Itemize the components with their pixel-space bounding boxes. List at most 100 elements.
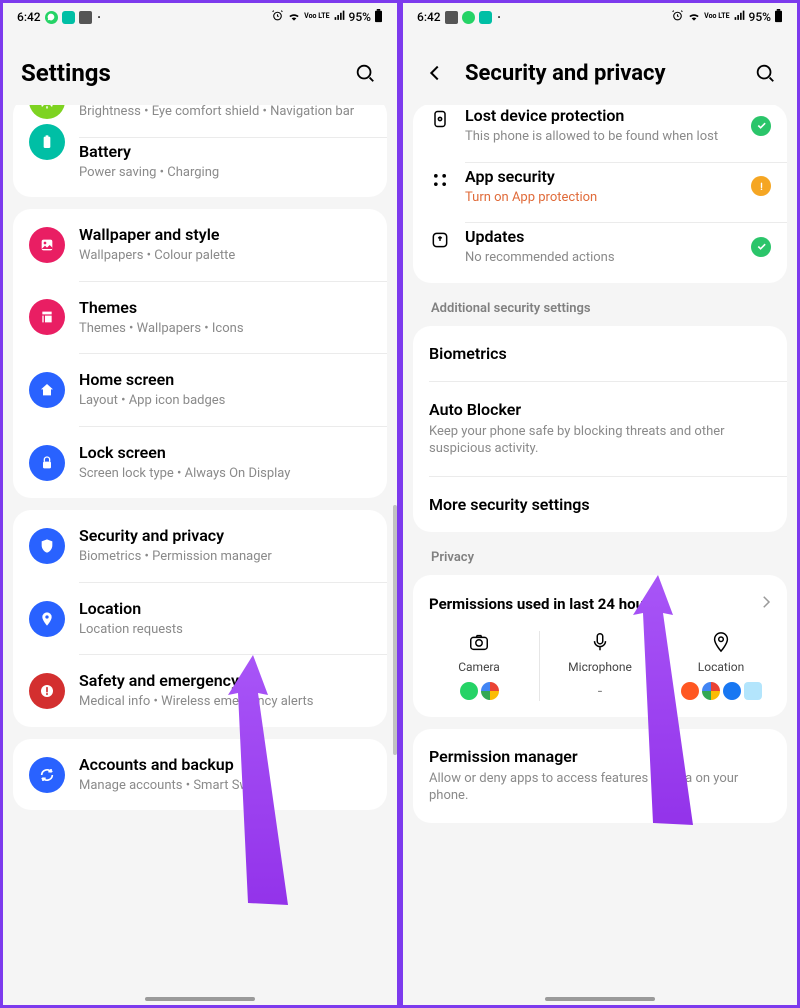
alarm-icon: [671, 9, 684, 25]
header: Security and privacy: [403, 31, 797, 105]
search-button[interactable]: [751, 59, 779, 87]
app-icon: [744, 682, 762, 700]
item-auto-blocker[interactable]: Auto Blocker Keep your phone safe by blo…: [413, 382, 787, 476]
phone-security-privacy: 6:42 • Voo LTE 95% Security and privacy: [400, 0, 800, 1008]
item-app-security[interactable]: App security Turn on App protection: [413, 163, 787, 223]
lock-icon: [29, 445, 65, 481]
setting-sub: Medical info • Wireless emergency alerts: [79, 693, 371, 711]
app-facebook-icon: [723, 682, 741, 700]
back-button[interactable]: [421, 59, 449, 87]
permissions-card: Permissions used in last 24 hours Camera: [413, 575, 787, 717]
setting-sub: Power saving • Charging: [79, 164, 371, 182]
permissions-columns: Camera Microphone - Location: [413, 619, 787, 717]
setting-display[interactable]: Brightness • Eye comfort shield • Naviga…: [13, 105, 387, 137]
search-button[interactable]: [351, 59, 379, 87]
setting-title: Themes: [79, 298, 371, 318]
additional-card: Biometrics Auto Blocker Keep your phone …: [413, 326, 787, 532]
item-sub: Keep your phone safe by blocking threats…: [429, 423, 771, 458]
more-icon: •: [498, 13, 501, 22]
wallpaper-icon: [29, 227, 65, 263]
apps-icon: [429, 169, 451, 191]
camera-icon: [468, 631, 490, 653]
status-icon-2: [79, 11, 92, 24]
setting-battery[interactable]: Battery Power saving • Charging: [13, 138, 387, 198]
page-title: Settings: [21, 59, 335, 87]
scrollbar-thumb[interactable]: [393, 505, 397, 755]
perm-col-location[interactable]: Location: [661, 631, 781, 701]
item-sub: This phone is allowed to be found when l…: [465, 128, 737, 146]
setting-wallpaper[interactable]: Wallpaper and style Wallpapers • Colour …: [13, 209, 387, 281]
section-additional: Additional security settings: [413, 295, 787, 326]
status-ok-icon: [751, 237, 771, 257]
item-lost-device-protection[interactable]: Lost device protection This phone is all…: [413, 105, 787, 162]
statusbar-time: 6:42: [417, 10, 441, 24]
battery-icon: [774, 9, 783, 26]
battery-pct: 95%: [349, 10, 371, 24]
setting-safety-emergency[interactable]: Safety and emergency Medical info • Wire…: [13, 655, 387, 727]
item-sub: Allow or deny apps to access features or…: [429, 770, 771, 805]
page-title: Security and privacy: [465, 61, 735, 86]
themes-icon: [29, 299, 65, 335]
security-list[interactable]: Lost device protection This phone is all…: [403, 105, 797, 1005]
statusbar: 6:42 • Voo LTE 95%: [3, 3, 397, 31]
item-sub: No recommended actions: [465, 249, 737, 267]
setting-home-screen[interactable]: Home screen Layout • App icon badges: [13, 354, 387, 426]
setting-sub: Location requests: [79, 621, 371, 639]
setting-title: Security and privacy: [79, 526, 371, 546]
item-title: Biometrics: [429, 344, 771, 363]
setting-themes[interactable]: Themes Themes • Wallpapers • Icons: [13, 282, 387, 354]
battery-pct: 95%: [749, 10, 771, 24]
item-permission-manager[interactable]: Permission manager Allow or deny apps to…: [413, 729, 787, 823]
perm-col-camera[interactable]: Camera: [419, 631, 540, 701]
setting-location[interactable]: Location Location requests: [13, 583, 387, 655]
setting-title: Safety and emergency: [79, 671, 371, 691]
whatsapp-icon: [45, 11, 58, 24]
setting-sub: Wallpapers • Colour palette: [79, 247, 371, 265]
item-more-security-settings[interactable]: More security settings: [413, 477, 787, 532]
item-updates[interactable]: Updates No recommended actions: [413, 223, 787, 283]
volte-icon: Voo LTE: [704, 14, 729, 20]
settings-list[interactable]: Brightness • Eye comfort shield • Naviga…: [3, 105, 397, 1005]
permissions-heading-row[interactable]: Permissions used in last 24 hours: [413, 575, 787, 619]
setting-sub: Layout • App icon badges: [79, 392, 371, 410]
item-title: More security settings: [429, 495, 771, 514]
item-sub: Turn on App protection: [465, 189, 737, 207]
display-card: Brightness • Eye comfort shield • Naviga…: [13, 105, 387, 197]
permissions-title: Permissions used in last 24 hours: [429, 595, 757, 613]
setting-title: Location: [79, 599, 371, 619]
location-pin-icon: [710, 631, 732, 653]
home-icon: [29, 372, 65, 408]
perm-col-microphone[interactable]: Microphone -: [540, 631, 661, 701]
status-icon: [445, 11, 458, 24]
item-title: Permission manager: [429, 747, 771, 766]
setting-sub: Manage accounts • Smart Switch: [79, 777, 371, 795]
item-title: Auto Blocker: [429, 400, 771, 419]
perm-empty: -: [598, 681, 602, 700]
emergency-icon: [29, 673, 65, 709]
phone-settings: 6:42 • Voo LTE 95% Settings: [0, 0, 400, 1008]
battery-icon: [374, 9, 383, 26]
setting-accounts-backup[interactable]: Accounts and backup Manage accounts • Sm…: [13, 739, 387, 811]
setting-security-privacy[interactable]: Security and privacy Biometrics • Permis…: [13, 510, 387, 582]
gesture-bar[interactable]: [145, 997, 255, 1001]
app-google-icon: [702, 682, 720, 700]
setting-title: Accounts and backup: [79, 755, 371, 775]
chevron-right-icon: [757, 593, 775, 615]
setting-sub: Biometrics • Permission manager: [79, 548, 371, 566]
item-biometrics[interactable]: Biometrics: [413, 326, 787, 381]
signal-icon: [333, 9, 346, 25]
device-icon: [429, 108, 451, 130]
alarm-icon: [271, 9, 284, 25]
item-title: Updates: [465, 227, 737, 247]
gesture-bar[interactable]: [545, 997, 655, 1001]
shield-icon: [29, 528, 65, 564]
perm-label: Camera: [458, 660, 500, 674]
more-icon: •: [98, 13, 101, 22]
setting-title: Battery: [79, 142, 371, 162]
item-title: App security: [465, 167, 737, 187]
updates-icon: [429, 229, 451, 251]
status-ok-icon: [751, 116, 771, 136]
whatsapp-icon: [462, 11, 475, 24]
setting-lock-screen[interactable]: Lock screen Screen lock type • Always On…: [13, 427, 387, 499]
perm-label: Microphone: [568, 660, 632, 674]
